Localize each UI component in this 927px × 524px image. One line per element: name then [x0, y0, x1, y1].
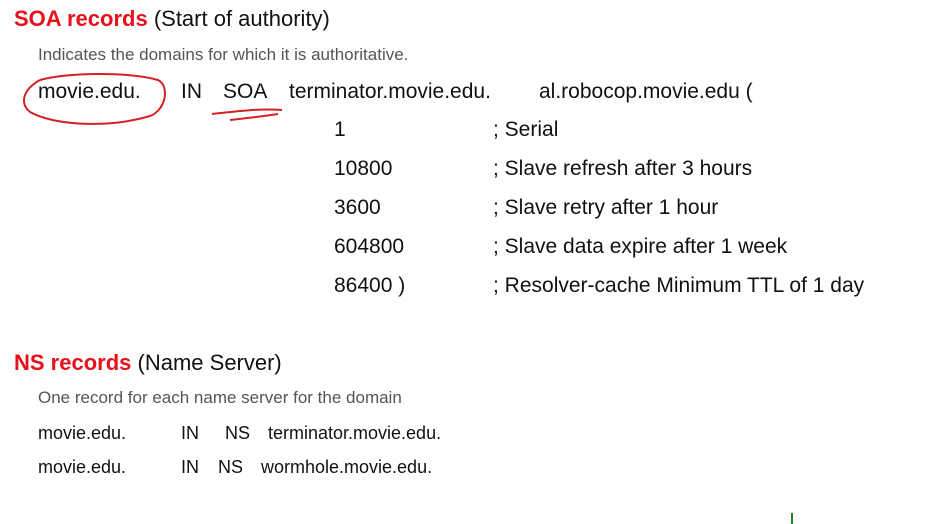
ns-heading: NS records (Name Server) [14, 350, 282, 376]
soa-field-value: 1 [334, 118, 346, 141]
soa-record-type: SOA [223, 80, 268, 103]
soa-field-value: 86400 ) [334, 274, 406, 297]
ns-record-server: wormhole.movie.edu. [261, 457, 433, 477]
soa-field-value: 3600 [334, 196, 381, 219]
soa-field-comment: ; Resolver-cache Minimum TTL of 1 day [493, 274, 865, 297]
soa-field-comment: ; Slave retry after 1 hour [493, 196, 719, 219]
ns-description: One record for each name server for the … [38, 388, 402, 407]
ns-record-server: terminator.movie.edu. [268, 423, 442, 443]
cursor-mark [791, 513, 793, 524]
soa-title: SOA records [14, 6, 148, 31]
ns-record-class: IN [181, 423, 199, 443]
soa-record-primary-ns: terminator.movie.edu. [289, 80, 491, 103]
soa-record-domain: movie.edu. [38, 80, 141, 103]
soa-field-comment: ; Slave refresh after 3 hours [493, 157, 753, 180]
ns-record-class: IN [181, 457, 199, 477]
soa-record-class: IN [181, 80, 202, 103]
soa-field-comment: ; Serial [493, 118, 559, 141]
soa-field-comment: ; Slave data expire after 1 week [493, 235, 788, 258]
ns-title: NS records [14, 350, 132, 375]
soa-subtitle: (Start of authority) [153, 6, 330, 31]
soa-field-value: 10800 [334, 157, 393, 180]
ns-subtitle: (Name Server) [137, 350, 282, 375]
ns-record-type: NS [218, 457, 244, 477]
soa-record-contact: al.robocop.movie.edu ( [539, 80, 753, 103]
handwritten-annotations [23, 73, 283, 125]
soa-description: Indicates the domains for which it is au… [38, 45, 409, 64]
soa-underline-annotation [211, 108, 283, 121]
ns-record-domain: movie.edu. [38, 423, 127, 443]
ns-record-type: NS [225, 423, 251, 443]
soa-heading: SOA records (Start of authority) [14, 6, 330, 32]
soa-field-value: 604800 [334, 235, 405, 258]
ns-record-domain: movie.edu. [38, 457, 127, 477]
